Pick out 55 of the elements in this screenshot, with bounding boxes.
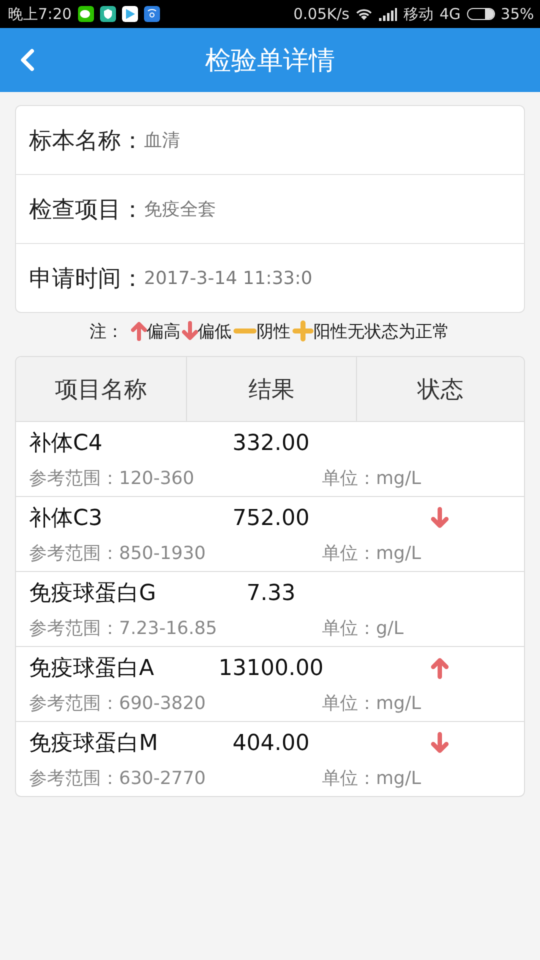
carrier-name: 移动 bbox=[403, 4, 434, 24]
reference-range: 参考范围：120-360 bbox=[29, 467, 194, 490]
up-arrow-icon bbox=[130, 321, 146, 341]
field-label: 申请时间： bbox=[29, 264, 144, 294]
minus-icon bbox=[232, 327, 256, 335]
battery-icon bbox=[466, 8, 495, 20]
reference-range: 参考范围：850-1930 bbox=[29, 542, 206, 565]
item-name: 补体C3 bbox=[28, 505, 104, 533]
unit-text: 单位：mg/L bbox=[322, 542, 422, 565]
shield-app-icon bbox=[100, 6, 116, 22]
item-name: 免疫球蛋白G bbox=[28, 580, 158, 608]
down-arrow-icon bbox=[431, 507, 449, 529]
field-value: 免疫全套 bbox=[144, 198, 216, 221]
legend-text: 偏低 bbox=[198, 320, 232, 342]
legend-text: 阳性无状态为正常 bbox=[314, 320, 450, 342]
result-value: 332.00 bbox=[232, 430, 310, 456]
signal-icon bbox=[379, 8, 398, 20]
field-value: 2017-3-14 11:33:0 bbox=[144, 268, 312, 288]
result-value: 752.00 bbox=[232, 506, 310, 530]
battery-percent: 35% bbox=[500, 5, 534, 23]
status-time: 晚上7:20 bbox=[8, 4, 72, 24]
reference-range: 参考范围：630-2770 bbox=[29, 767, 206, 790]
chat-app-icon bbox=[78, 6, 94, 22]
unit-text: 单位：mg/L bbox=[322, 467, 422, 490]
legend-text: 阴性 bbox=[256, 320, 290, 342]
item-name: 补体C4 bbox=[28, 430, 104, 458]
down-arrow-icon bbox=[431, 732, 449, 754]
legend-text: 偏高 bbox=[146, 320, 180, 342]
network-speed: 0.05K/s bbox=[293, 5, 350, 23]
field-value: 血清 bbox=[144, 129, 180, 152]
result-value: 7.33 bbox=[246, 580, 296, 606]
result-value: 404.00 bbox=[232, 730, 310, 756]
wifi-icon bbox=[355, 7, 374, 21]
unit-text: 单位：mg/L bbox=[322, 767, 422, 790]
down-arrow-icon bbox=[182, 321, 198, 341]
play-app-icon bbox=[122, 6, 138, 22]
unit-text: 单位：mg/L bbox=[322, 692, 422, 715]
back-icon bbox=[18, 48, 36, 72]
page-title: 检验单详情 bbox=[205, 44, 335, 78]
field-label: 检查项目： bbox=[29, 196, 144, 224]
item-name: 免疫球蛋白M bbox=[28, 730, 159, 758]
unit-text: 单位：g/L bbox=[322, 617, 405, 640]
column-header: 结果 bbox=[186, 357, 356, 421]
network-type: 4G bbox=[439, 5, 461, 23]
up-arrow-icon bbox=[431, 657, 449, 679]
item-name: 免疫球蛋白A bbox=[28, 655, 156, 683]
reference-range: 参考范围：7.23-16.85 bbox=[29, 617, 218, 640]
hotspot-app-icon bbox=[144, 6, 160, 22]
reference-range: 参考范围：690-3820 bbox=[29, 692, 206, 715]
plus-icon bbox=[292, 320, 314, 342]
column-header: 项目名称 bbox=[54, 376, 148, 404]
result-value: 13100.00 bbox=[218, 656, 324, 680]
column-header: 状态 bbox=[356, 357, 524, 421]
field-label: 标本名称： bbox=[29, 126, 144, 156]
legend-label: 注： bbox=[90, 320, 124, 342]
